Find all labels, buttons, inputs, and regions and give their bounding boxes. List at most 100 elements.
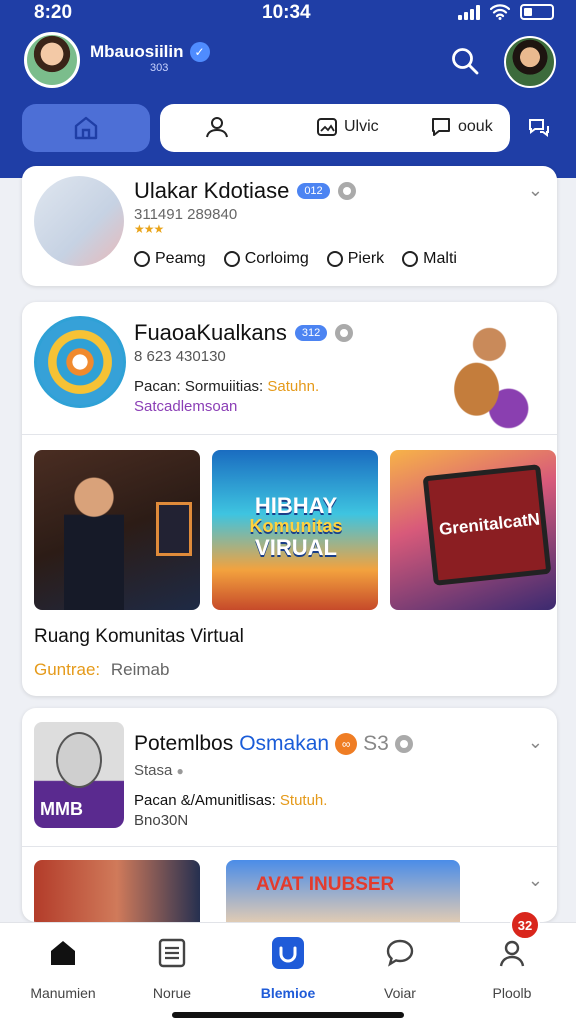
action-corloimg[interactable]: Corloimg [223, 250, 309, 268]
profile-icon [499, 940, 525, 967]
home-icon [51, 941, 75, 965]
post-2-line: Pacan: Sormuiitias: Satuhn. [134, 378, 319, 395]
nav-home[interactable]: Manumien [13, 933, 113, 1001]
post-2-line-prefix: Pacan: Sormuiitias: [134, 378, 264, 395]
app-header: 8:20 10:34 Mbauosiilin ✓ 303 Ulvic oouk [0, 0, 576, 178]
nav-list[interactable]: Norue [122, 933, 222, 1001]
username-sub: 303 [150, 62, 169, 74]
monitor-shape [156, 502, 192, 556]
link-icon: ∞ [335, 733, 358, 755]
media-thumbnail-5[interactable]: AVAT INUBSER [226, 860, 460, 922]
gear-icon[interactable] [337, 182, 356, 200]
post-2-line2: Satcadlemsoan [134, 398, 238, 415]
post-3-subtitle: Stasa ● [134, 762, 184, 779]
chevron-down-icon[interactable]: ⌄ [528, 732, 543, 753]
search-icon[interactable] [450, 46, 480, 76]
post-2-badge: 312 [294, 325, 328, 341]
messages-icon[interactable] [526, 116, 552, 140]
username[interactable]: Mbauosiilin ✓ [90, 42, 210, 62]
tablet-screen: GrenitalcatN [422, 464, 552, 586]
nav-active-label: Blemioe [260, 985, 316, 1001]
post-2-line-highlight: Satuhn. [267, 378, 320, 395]
status-time-center: 10:34 [262, 2, 311, 23]
image-icon [317, 118, 337, 136]
media-thumbnail-3[interactable]: GrenitalcatN [390, 450, 556, 610]
post-2-title-text: FuaoaKualkans [134, 320, 287, 345]
chat-bubble-icon [386, 939, 414, 967]
media-thumbnail-4[interactable] [34, 860, 200, 922]
action-pierk[interactable]: Pierk [326, 250, 385, 268]
thumbnail-2-line2: Komunitas [249, 516, 343, 537]
location-icon: ● [176, 764, 184, 778]
gear-icon[interactable] [335, 324, 354, 342]
nav-chat-label: Voiar [384, 985, 416, 1001]
chat-icon [432, 118, 450, 136]
nav-profile[interactable]: Ploolb [462, 933, 562, 1001]
nav-profile-label: Ploolb [492, 985, 532, 1001]
divider [22, 434, 557, 435]
tab-pill: Ulvic oouk [160, 104, 510, 152]
tab-ulvic[interactable]: Ulvic [316, 116, 379, 138]
community-logo [34, 316, 126, 408]
circle-icon [223, 251, 240, 267]
tab-home[interactable] [22, 104, 150, 152]
rating-stars: ★★★ [134, 222, 164, 236]
tab-people[interactable] [204, 116, 230, 138]
thumbnail-2-line1: HIBHAY [254, 493, 338, 518]
signal-icon [458, 4, 480, 20]
thumbnail-2-text: HIBHAY Komunitas VIRUAL [226, 494, 366, 559]
media-thumbnail-2[interactable]: HIBHAY Komunitas VIRUAL [212, 450, 378, 610]
gear-icon[interactable] [394, 735, 413, 753]
post-3-subtitle-text: Stasa [134, 762, 173, 779]
home-indicator [172, 1012, 404, 1018]
post-card-3[interactable]: MMB Potemlbos Osmakan ∞ S3 Stasa ● Pacan… [22, 708, 557, 922]
tab-ulvic-label: Ulvic [344, 118, 379, 135]
user-avatar[interactable] [24, 32, 80, 88]
post-2-title: FuaoaKualkans 312 [134, 320, 354, 346]
thumbnail-5-text: AVAT INUBSER [256, 874, 395, 895]
post-1-title: Ulakar Kdotiase 012 [134, 178, 356, 204]
post-2-footer-text: Reimab [110, 660, 170, 679]
bottom-nav: Manumien Norue Blemioe Voiar Ploolb [0, 922, 576, 1024]
media-thumbnail-1[interactable] [34, 450, 200, 610]
post-3-line-highlight: Stutuh. [279, 792, 328, 809]
post-2-subtitle: 8 623 430130 [134, 348, 226, 365]
verified-icon: ✓ [189, 42, 210, 62]
divider [22, 846, 557, 847]
list-icon [158, 938, 186, 968]
post-3-extra: S3 [363, 732, 389, 755]
people-icon [206, 117, 228, 138]
post-card-2[interactable]: FuaoaKualkans 312 8 623 430130 Pacan: So… [22, 302, 557, 696]
action-malti-label: Malti [423, 250, 457, 267]
circle-icon [402, 251, 419, 267]
post-2-caption: Ruang Komunitas Virtual [34, 626, 244, 647]
nav-list-label: Norue [152, 985, 192, 1001]
person-figure [64, 472, 124, 610]
post-1-subtitle: 311491 289840 [134, 206, 238, 223]
post-3-image-label: MMB [40, 799, 83, 819]
check-square-icon [272, 937, 304, 969]
nav-active[interactable]: Blemioe [238, 933, 338, 1001]
post-2-footer-highlight: Guntrae: [34, 660, 101, 679]
tab-oouk-label: oouk [458, 118, 493, 135]
wifi-icon [490, 4, 510, 20]
post-3-line: Pacan &/Amunitlisas: Stutuh. [134, 792, 327, 809]
thumbnail-2-line3: VIRUAL [255, 534, 337, 560]
post-3-line-prefix: Pacan &/Amunitlisas: [134, 792, 276, 809]
post-1-actions: Peamg Corloimg Pierk Malti [134, 250, 457, 268]
action-malti[interactable]: Malti [402, 250, 457, 268]
circle-icon [326, 251, 343, 267]
action-corloimg-label: Corloimg [244, 250, 309, 267]
face-figure [56, 732, 102, 788]
status-time-left: 8:20 [34, 2, 73, 23]
nav-chat[interactable]: Voiar [350, 933, 450, 1001]
notification-badge[interactable]: 32 [510, 910, 540, 940]
chevron-down-icon[interactable]: ⌄ [528, 870, 543, 891]
action-pierk-label: Pierk [347, 250, 385, 267]
post-2-footer: Guntrae: Reimab [34, 660, 169, 680]
post-card-1[interactable]: Ulakar Kdotiase 012 311491 289840 ★★★ Pe… [22, 166, 557, 286]
tab-oouk[interactable]: oouk [430, 116, 493, 138]
chevron-down-icon[interactable]: ⌄ [528, 180, 543, 201]
action-peamg[interactable]: Peamg [134, 250, 206, 268]
profile-avatar[interactable] [504, 36, 556, 88]
